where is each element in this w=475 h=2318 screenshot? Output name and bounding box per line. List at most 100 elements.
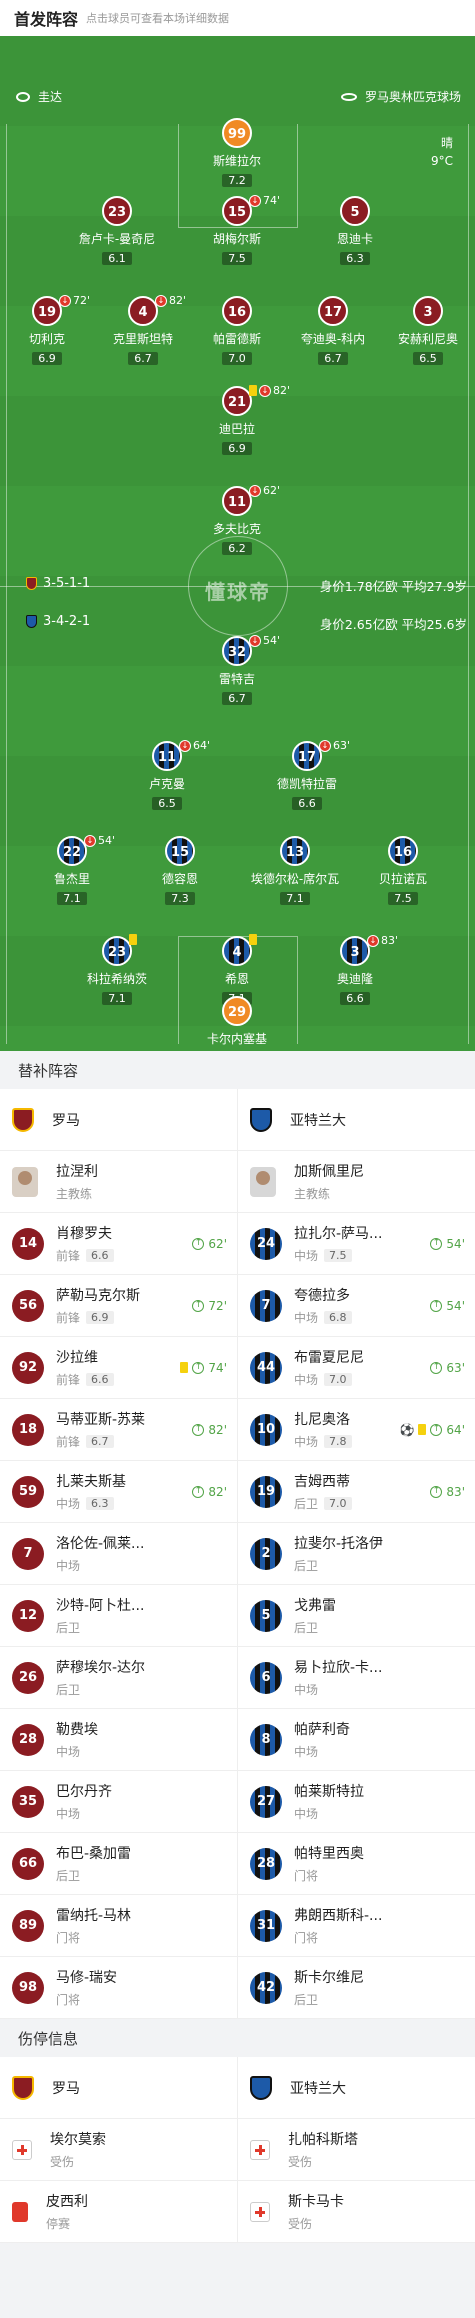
pitch-player[interactable]: 16 帕雷德斯 7.0 — [187, 296, 287, 366]
player-number: 28 — [250, 1847, 282, 1880]
away-coach[interactable]: 加斯佩里尼 主教练 — [238, 1151, 475, 1212]
sub-player[interactable]: 27 帕莱斯特拉 中场 — [238, 1771, 475, 1832]
sub-player[interactable]: 2 拉斐尔-托洛伊 后卫 — [238, 1523, 475, 1584]
sub-player[interactable]: 14 肖穆罗夫 前锋 6.6 ↑ 62' — [0, 1213, 238, 1274]
player-position: 后卫 — [294, 1497, 319, 1511]
player-name: 斯卡尔维尼 — [294, 1970, 364, 1986]
sub-row: 35 巴尔丹齐 中场 27 帕莱斯特拉 中场 — [0, 1771, 475, 1833]
player-name: 鲁杰里 — [53, 872, 90, 886]
red-card-icon — [12, 2201, 28, 2222]
player-name: 扎帕科斯塔 — [288, 2132, 358, 2148]
sub-player[interactable]: 26 萨穆埃尔-达尔 后卫 — [0, 1647, 238, 1708]
sub-player[interactable]: 59 扎莱夫斯基 中场 6.3 ↑ 82' — [0, 1461, 238, 1522]
sub-out-icon: ↓ — [319, 739, 331, 752]
sub-player[interactable]: 66 布巴-桑加雷 后卫 — [0, 1833, 238, 1894]
injury-away-team[interactable]: 亚特兰大 — [238, 2057, 475, 2118]
injury-home-team[interactable]: 罗马 — [0, 2057, 238, 2118]
home-coach[interactable]: 拉涅利 主教练 — [0, 1151, 238, 1212]
player-status: 受伤 — [50, 2155, 75, 2169]
sub-player[interactable]: 56 萨勒马克尔斯 前锋 6.9 ↑ 72' — [0, 1275, 238, 1336]
player-name: 安赫利尼奥 — [397, 332, 458, 346]
pitch-player[interactable]: 5 恩迪卡 6.3 — [305, 196, 405, 266]
pitch-player[interactable]: 15 ↓ 74' 胡梅尔斯 7.5 — [187, 194, 287, 266]
pitch-player[interactable]: 32 ↓ 54' 雷特吉 6.7 — [187, 634, 287, 706]
player-position: 中场 — [56, 1497, 81, 1511]
pitch-player[interactable]: 21 ↓ 82' 迪巴拉 6.9 — [187, 384, 290, 456]
sub-event: ↑ 72' — [192, 1299, 227, 1313]
sub-row: 66 布巴-桑加雷 后卫 28 帕特里西奥 门将 — [0, 1833, 475, 1895]
watermark: 懂球帝 — [205, 580, 271, 604]
sub-player[interactable]: 28 勒费埃 中场 — [0, 1709, 238, 1770]
player-name: 萨勒马克尔斯 — [56, 1288, 140, 1304]
pitch-player[interactable]: 11 ↓ 62' 多夫比克 6.2 — [187, 484, 287, 556]
coach-avatar — [12, 1166, 38, 1197]
player-number: 32 — [222, 636, 252, 666]
pitch-player[interactable]: 99 斯维拉尔 7.2 — [187, 118, 287, 188]
player-rating: 6.5 — [152, 797, 182, 810]
sub-player[interactable]: 6 易卜拉欣-卡... 中场 — [238, 1647, 475, 1708]
sub-in-icon: ↑ — [192, 1485, 205, 1498]
sub-player[interactable]: 18 马蒂亚斯-苏莱 前锋 6.7 ↑ 82' — [0, 1399, 238, 1460]
sub-player[interactable]: 24 拉扎尔-萨马... 中场 7.5 ↑ 54' — [238, 1213, 475, 1274]
player-position: 中场 — [294, 1435, 319, 1449]
player-position: 中场 — [294, 1373, 319, 1387]
injured-player[interactable]: 斯卡马卡 受伤 — [238, 2181, 475, 2242]
player-rating: 6.9 — [86, 1311, 114, 1324]
pitch-player[interactable]: 17 ↓ 63' 德凯特拉雷 6.6 — [257, 739, 357, 811]
sub-player[interactable]: 5 戈弗雷 后卫 — [238, 1585, 475, 1646]
player-name: 贝拉诺瓦 — [378, 872, 427, 886]
injured-player[interactable]: 埃尔莫索 受伤 — [0, 2119, 238, 2180]
pitch-player[interactable]: 11 ↓ 64' 卢克曼 6.5 — [117, 739, 217, 811]
subs-home-team[interactable]: 罗马 — [0, 1089, 238, 1150]
pitch-player[interactable]: 3 安赫利尼奥 6.5 — [378, 296, 475, 366]
sub-event: ↑ 54' — [430, 1299, 465, 1313]
sub-player[interactable]: 19 吉姆西蒂 后卫 7.0 ↑ 83' — [238, 1461, 475, 1522]
sub-player[interactable]: 98 马修-瑞安 门将 — [0, 1957, 238, 2018]
sub-player[interactable]: 92 沙拉维 前锋 6.6 ↑ 74' — [0, 1337, 238, 1398]
player-number: 16 — [388, 836, 418, 866]
pitch-player[interactable]: 22 ↓ 54' 鲁杰里 7.1 — [22, 834, 122, 906]
sub-player[interactable]: 12 沙特-阿卜杜... 后卫 — [0, 1585, 238, 1646]
pitch-player[interactable]: 13 埃德尔松-席尔瓦 7.1 — [245, 836, 345, 906]
sub-player[interactable]: 28 帕特里西奥 门将 — [238, 1833, 475, 1894]
player-status: 受伤 — [288, 2155, 313, 2169]
player-rating: 7.5 — [222, 252, 252, 265]
sub-player[interactable]: 31 弗朗西斯科-... 门将 — [238, 1895, 475, 1956]
injured-player[interactable]: 皮西利 停赛 — [0, 2181, 238, 2242]
pitch-player[interactable]: 23 詹卢卡-曼奇尼 6.1 — [67, 196, 167, 266]
sub-event: ↑ 54' — [430, 1237, 465, 1251]
player-name: 扎尼奥洛 — [294, 1412, 350, 1428]
player-rating: 6.5 — [413, 352, 443, 365]
sub-player[interactable]: 7 夸德拉多 中场 6.8 ↑ 54' — [238, 1275, 475, 1336]
pitch-player[interactable]: 3 ↓ 83' 奥迪隆 6.6 — [305, 934, 405, 1006]
home-value: 身价1.78亿欧 平均27.9岁 — [319, 579, 467, 594]
sub-player[interactable]: 10 扎尼奥洛 中场 7.8 ⚽ ↑ 64' — [238, 1399, 475, 1460]
player-name: 吉姆西蒂 — [294, 1474, 350, 1490]
sub-row: 12 沙特-阿卜杜... 后卫 5 戈弗雷 后卫 — [0, 1585, 475, 1647]
player-name: 皮西利 — [46, 2194, 88, 2210]
pitch-player[interactable]: 23 科拉希纳茨 7.1 — [67, 934, 167, 1006]
player-number: 24 — [250, 1227, 282, 1260]
pitch-player[interactable]: 15 德容恩 7.3 — [130, 836, 230, 906]
pitch-player[interactable]: 29卡尔内塞基7.1 — [187, 996, 287, 1051]
sub-minute: 54' — [263, 634, 281, 647]
player-rating: 6.8 — [324, 1311, 352, 1324]
sub-player[interactable]: 7 洛伦佐-佩莱... 中场 — [0, 1523, 238, 1584]
sub-player[interactable]: 44 布雷夏尼尼 中场 7.0 ↑ 63' — [238, 1337, 475, 1398]
subs-away-team[interactable]: 亚特兰大 — [238, 1089, 475, 1150]
sub-player[interactable]: 8 帕萨利奇 中场 — [238, 1709, 475, 1770]
pitch-player[interactable]: 16 贝拉诺瓦 7.5 — [353, 836, 453, 906]
player-name: 沙特-阿卜杜... — [56, 1598, 145, 1614]
pitch-player[interactable]: 19 ↓ 72' 切利克 6.9 — [0, 294, 97, 366]
injured-player[interactable]: 扎帕科斯塔 受伤 — [238, 2119, 475, 2180]
sub-minute: 82' — [208, 1422, 227, 1437]
sub-player[interactable]: 35 巴尔丹齐 中场 — [0, 1771, 238, 1832]
player-rating: 6.7 — [128, 352, 158, 365]
sub-player[interactable]: 89 雷纳托-马林 门将 — [0, 1895, 238, 1956]
pitch-player[interactable]: 17 夸迪奥-科内 6.7 — [283, 296, 383, 366]
pitch-player[interactable]: 4 ↓ 82' 克里斯坦特 6.7 — [93, 294, 193, 366]
player-name: 弗朗西斯科-... — [294, 1908, 383, 1924]
player-name: 雷纳托-马林 — [56, 1908, 132, 1924]
sub-player[interactable]: 42 斯卡尔维尼 后卫 — [238, 1957, 475, 2018]
sub-minute: 63' — [446, 1360, 465, 1375]
